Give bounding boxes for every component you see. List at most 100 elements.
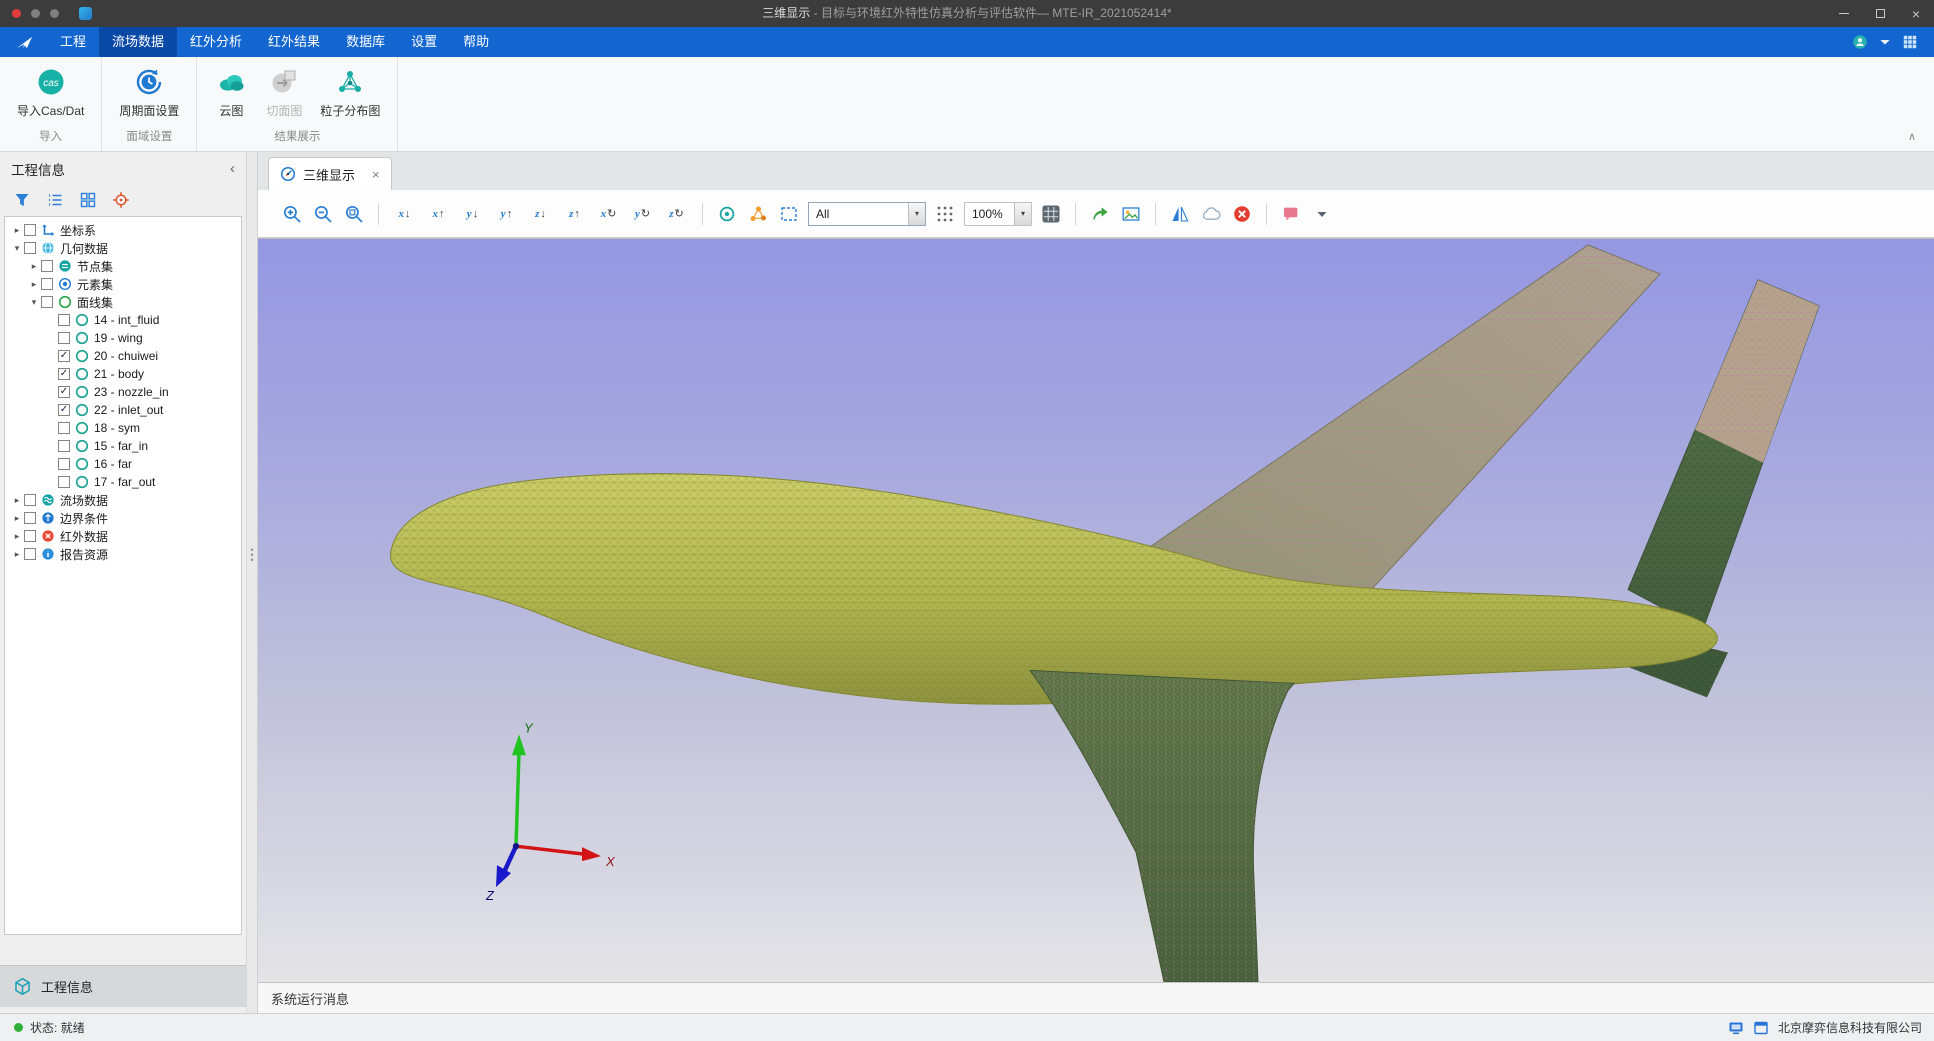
tree-expand-icon[interactable]: ▸ [10, 495, 24, 506]
menu-caret-icon[interactable] [1877, 34, 1893, 50]
tree-checkbox[interactable] [58, 440, 70, 452]
tree-checkbox[interactable] [24, 242, 36, 254]
tree-checkbox[interactable] [41, 278, 53, 290]
tree-item[interactable]: ▸节点集 [5, 257, 241, 275]
minimize-button[interactable] [1826, 0, 1862, 27]
panel-collapse-icon[interactable]: ‹ [230, 161, 235, 176]
tree-checkbox[interactable] [58, 458, 70, 470]
close-button[interactable]: × [1898, 0, 1934, 27]
tree-item[interactable]: ▸报告资源 [5, 545, 241, 563]
menu-item[interactable]: 工程 [47, 27, 99, 57]
tree-item[interactable]: ▾几何数据 [5, 239, 241, 257]
tree-checkbox[interactable] [24, 224, 36, 236]
maximize-button[interactable] [1862, 0, 1898, 27]
rotate-z-icon[interactable]: z↻ [663, 203, 690, 225]
grid-view-icon[interactable] [79, 191, 97, 209]
rotate-x-icon[interactable]: x↻ [595, 203, 622, 225]
tree-item[interactable]: ✓21 - body [5, 365, 241, 383]
titlebar-dot-icon[interactable] [50, 9, 59, 18]
locate-icon[interactable] [112, 191, 130, 209]
tree-checkbox[interactable]: ✓ [58, 350, 70, 362]
combo-caret-icon[interactable]: ▾ [1014, 203, 1031, 225]
tree-item[interactable]: ▸元素集 [5, 275, 241, 293]
project-panel-bottom-tab[interactable]: 工程信息 [0, 965, 246, 1007]
zoom-level-select[interactable]: 100%▾ [964, 202, 1032, 226]
clear-view-icon[interactable] [1230, 202, 1254, 226]
ribbon-button[interactable]: 周期面设置 [110, 63, 188, 121]
filter-icon[interactable] [13, 191, 31, 209]
combo-caret-icon[interactable]: ▾ [908, 203, 925, 225]
rotate-y-icon[interactable]: y↻ [629, 203, 656, 225]
tree-item[interactable]: 19 - wing [5, 329, 241, 347]
message-panel-header[interactable]: 系统运行消息 [258, 982, 1934, 1013]
mirror-icon[interactable] [1168, 202, 1192, 226]
panel-splitter[interactable]: ••• [246, 152, 258, 1013]
tree-checkbox[interactable] [58, 476, 70, 488]
list-view-icon[interactable] [46, 191, 64, 209]
tree-item[interactable]: ▸流场数据 [5, 491, 241, 509]
screenshot-icon[interactable] [1119, 202, 1143, 226]
tree-expand-icon[interactable]: ▸ [10, 531, 24, 542]
tree-checkbox[interactable]: ✓ [58, 404, 70, 416]
tree-checkbox[interactable] [58, 314, 70, 326]
ribbon-button[interactable]: 云图 [205, 63, 257, 121]
tree-checkbox[interactable] [58, 332, 70, 344]
tree-item[interactable]: ✓20 - chuiwei [5, 347, 241, 365]
probe-point-icon[interactable] [715, 202, 739, 226]
tree-expand-icon[interactable]: ▾ [10, 243, 24, 254]
tree-item[interactable]: ▸红外数据 [5, 527, 241, 545]
view-z-up-icon[interactable]: z↑ [561, 203, 588, 225]
tree-checkbox[interactable] [24, 494, 36, 506]
tree-checkbox[interactable] [41, 260, 53, 272]
node-display-icon[interactable] [746, 202, 770, 226]
viewport-3d[interactable]: X Y Z [258, 238, 1934, 982]
menu-item[interactable]: 流场数据 [99, 27, 177, 57]
tree-item[interactable]: 15 - far_in [5, 437, 241, 455]
tree-expand-icon[interactable]: ▸ [10, 225, 24, 236]
tree-checkbox[interactable] [58, 422, 70, 434]
view-z-down-icon[interactable]: z↓ [527, 203, 554, 225]
menu-item[interactable]: 设置 [398, 27, 450, 57]
menu-item[interactable]: 数据库 [333, 27, 398, 57]
apps-grid-icon[interactable] [1902, 34, 1918, 50]
status-display-icon[interactable] [1728, 1020, 1744, 1036]
tree-item[interactable]: 14 - int_fluid [5, 311, 241, 329]
tree-expand-icon[interactable]: ▾ [27, 297, 41, 308]
account-icon[interactable] [1852, 34, 1868, 50]
tree-expand-icon[interactable]: ▸ [27, 261, 41, 272]
tree-checkbox[interactable] [24, 512, 36, 524]
shading-mode-icon[interactable] [933, 202, 957, 226]
tree-item[interactable]: 17 - far_out [5, 473, 241, 491]
tab-close-icon[interactable]: × [372, 167, 380, 182]
zoom-out-icon[interactable] [311, 202, 335, 226]
view-x-down-icon[interactable]: x↓ [391, 203, 418, 225]
entity-filter-select[interactable]: All▾ [808, 202, 926, 226]
menu-item[interactable]: 帮助 [450, 27, 502, 57]
section-plane-icon[interactable] [1279, 202, 1303, 226]
tree-expand-icon[interactable]: ▸ [27, 279, 41, 290]
box-select-icon[interactable] [777, 202, 801, 226]
menu-item[interactable]: 红外结果 [255, 27, 333, 57]
grid-toggle-icon[interactable] [1039, 202, 1063, 226]
view-x-up-icon[interactable]: x↑ [425, 203, 452, 225]
tree-item[interactable]: ▸边界条件 [5, 509, 241, 527]
ribbon-button[interactable]: 粒子分布图 [311, 63, 389, 121]
cloud-display-icon[interactable] [1199, 202, 1223, 226]
tree-expand-icon[interactable]: ▸ [10, 549, 24, 560]
tree-item[interactable]: 18 - sym [5, 419, 241, 437]
tree-checkbox[interactable] [41, 296, 53, 308]
tab-3d-view[interactable]: 三维显示 × [268, 157, 392, 190]
tree-checkbox[interactable]: ✓ [58, 386, 70, 398]
tree-checkbox[interactable]: ✓ [58, 368, 70, 380]
ribbon-button[interactable]: cas导入Cas/Dat [8, 63, 93, 121]
status-window-icon[interactable] [1753, 1020, 1769, 1036]
tree-item[interactable]: ✓22 - inlet_out [5, 401, 241, 419]
tree-item[interactable]: ✓23 - nozzle_in [5, 383, 241, 401]
tree-checkbox[interactable] [24, 530, 36, 542]
titlebar-dot-icon[interactable] [31, 9, 40, 18]
view-y-up-icon[interactable]: y↑ [493, 203, 520, 225]
tree-item[interactable]: ▸坐标系 [5, 221, 241, 239]
zoom-in-icon[interactable] [280, 202, 304, 226]
menu-item[interactable]: 红外分析 [177, 27, 255, 57]
zoom-extents-icon[interactable] [342, 202, 366, 226]
